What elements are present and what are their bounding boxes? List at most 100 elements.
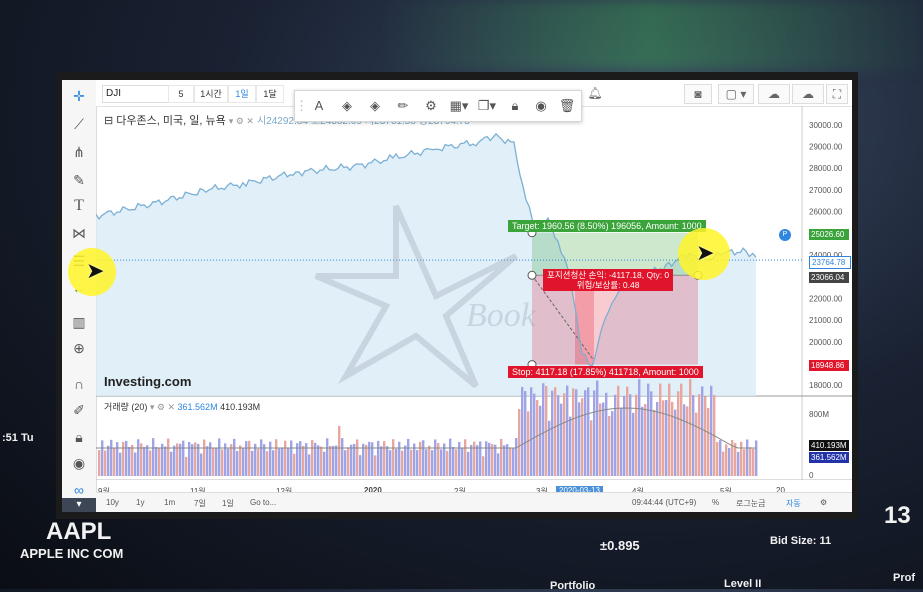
link-icon[interactable]: ∞ bbox=[69, 480, 89, 500]
visibility-eye-icon[interactable]: ◉ bbox=[531, 96, 551, 116]
lock-icon-float[interactable]: 🔒︎ bbox=[505, 96, 525, 116]
volume-bar bbox=[209, 442, 212, 476]
volume-bar bbox=[212, 448, 215, 476]
tf-5[interactable]: 5 bbox=[168, 85, 194, 103]
volume-bar bbox=[230, 444, 233, 476]
magnet-icon[interactable]: ∩ bbox=[69, 374, 89, 394]
drag-handle-icon[interactable]: ⋮ bbox=[295, 96, 308, 116]
settings-gear-icon[interactable]: ⚙ bbox=[421, 96, 441, 116]
log-toggle[interactable]: 로그눈금 bbox=[736, 498, 765, 509]
volume-bar bbox=[608, 416, 611, 476]
measure-icon[interactable]: ▥ bbox=[69, 312, 89, 332]
text-a-icon[interactable]: A bbox=[309, 96, 329, 116]
y-tick-label: 18000.00 bbox=[809, 381, 843, 390]
scale-settings-icon[interactable]: ⚙ bbox=[820, 498, 827, 507]
volume-bar bbox=[557, 395, 560, 476]
volume-bar bbox=[275, 439, 278, 476]
volume-bar bbox=[407, 438, 410, 476]
volume-bar bbox=[260, 439, 263, 476]
eye-icon[interactable]: ◉ bbox=[69, 453, 89, 473]
fork-icon[interactable]: ⋔ bbox=[69, 142, 89, 162]
volume-bar bbox=[728, 447, 731, 476]
stop-label[interactable]: Stop: 4117.18 (17.85%) 411718, Amount: 1… bbox=[508, 366, 703, 378]
volume-bar bbox=[389, 450, 392, 476]
percent-toggle[interactable]: % bbox=[712, 498, 719, 507]
volume-bar bbox=[476, 445, 479, 476]
volume-bar bbox=[320, 446, 323, 476]
volume-bar bbox=[104, 450, 107, 476]
volume-bar bbox=[425, 449, 428, 476]
volume-bar bbox=[533, 393, 536, 476]
volume-bar bbox=[119, 452, 122, 476]
trendline-icon[interactable]: ⟋ bbox=[69, 114, 89, 134]
volume-bar bbox=[449, 438, 452, 476]
volume-bar bbox=[455, 449, 458, 476]
zoom-icon[interactable]: ⊕ bbox=[69, 338, 89, 358]
goto-link[interactable]: Go to... bbox=[250, 498, 276, 507]
bg-color-icon[interactable]: ◈ bbox=[365, 96, 385, 116]
range-1d[interactable]: 1일 bbox=[222, 498, 234, 509]
volume-bar bbox=[284, 440, 287, 476]
alert-bell-icon[interactable]: 🔔︎ bbox=[582, 84, 608, 102]
brush-icon[interactable]: ✎ bbox=[69, 170, 89, 190]
lock-drawing-icon[interactable]: ✐ bbox=[69, 400, 89, 420]
volume-bar bbox=[560, 403, 563, 476]
volume-bar bbox=[371, 442, 374, 476]
volume-bar bbox=[326, 438, 329, 476]
target-label[interactable]: Target: 1960.56 (8.50%) 196056, Amount: … bbox=[508, 220, 706, 232]
pattern-icon[interactable]: ⋈ bbox=[69, 223, 89, 243]
collapse-icon[interactable]: ⊟ bbox=[104, 115, 113, 127]
volume-bar bbox=[752, 448, 755, 476]
volume-bar bbox=[383, 441, 386, 476]
volume-bar bbox=[674, 409, 677, 476]
volume-bar bbox=[182, 440, 185, 476]
crosshair-icon[interactable]: ✛ bbox=[69, 86, 89, 106]
clone-icon[interactable]: ❐▾ bbox=[475, 96, 499, 116]
chevron-down-icon[interactable]: ▾ bbox=[62, 498, 96, 512]
lock-icon[interactable]: 🔒︎ bbox=[69, 427, 89, 447]
tf-1d[interactable]: 1일 bbox=[228, 85, 256, 103]
tf-1m[interactable]: 1달 bbox=[256, 85, 284, 103]
fullscreen-icon[interactable]: ⛶ bbox=[826, 84, 848, 104]
fill-color-icon[interactable]: ◈ bbox=[337, 96, 357, 116]
legend-settings-icon[interactable]: ▾ ⚙ ✕ bbox=[229, 116, 254, 126]
volume-bar bbox=[503, 445, 506, 476]
volume-bar bbox=[506, 444, 509, 476]
position-pnl-label[interactable]: 포지션청산 손익: -4117.18, Qty: 0 위험/보상률: 0.48 bbox=[543, 269, 674, 291]
template-icon[interactable]: ▦▾ bbox=[447, 96, 471, 116]
range-7d[interactable]: 7일 bbox=[194, 498, 206, 509]
volume-bar bbox=[278, 448, 281, 476]
volume-bar bbox=[311, 440, 314, 476]
range-1m[interactable]: 1m bbox=[164, 498, 175, 507]
price-chart[interactable]: 30000.00 29000.00 28000.00 27000.00 26000.00… bbox=[96, 106, 852, 496]
volume-bar bbox=[554, 387, 557, 476]
volume-bar bbox=[659, 383, 662, 476]
auto-toggle[interactable]: 자동 bbox=[786, 498, 801, 509]
text-tool-icon[interactable]: T bbox=[69, 196, 89, 216]
p-badge[interactable]: P bbox=[779, 229, 791, 241]
volume-bar bbox=[233, 438, 236, 476]
volume-bar bbox=[341, 438, 344, 476]
line-color-icon[interactable]: ✏ bbox=[393, 96, 413, 116]
volume-bar bbox=[569, 416, 572, 476]
y-tick-label: 20000.00 bbox=[809, 338, 843, 347]
volume-bar bbox=[686, 406, 689, 476]
drawing-toolbar: ✛ ⟋ ⋔ ✎ T ⋈ ☰ ← ▥ ⊕ ∩ ✐ 🔒︎ ◉ ∞ ▾ bbox=[62, 80, 97, 512]
volume-tick-label: 0 bbox=[809, 471, 814, 480]
volume-bar bbox=[317, 445, 320, 476]
volume-settings-icon[interactable]: ▾ ⚙ ✕ bbox=[150, 402, 175, 412]
range-10y[interactable]: 10y bbox=[106, 498, 119, 507]
volume-bar bbox=[146, 445, 149, 476]
cloud-load-icon[interactable]: ☁ bbox=[758, 84, 790, 104]
drawing-float-toolbar: ⋮ A ◈ ◈ ✏ ⚙ ▦▾ ❐▾ 🔒︎ ◉ 🗑︎ bbox=[294, 90, 582, 122]
cloud-save-icon[interactable]: ☁ bbox=[792, 84, 824, 104]
tf-1h[interactable]: 1시간 bbox=[194, 85, 228, 103]
symbol-input[interactable]: DJI bbox=[102, 85, 169, 103]
volume-bar bbox=[308, 454, 311, 476]
volume-bar bbox=[113, 447, 116, 476]
camera-icon[interactable]: ◙ bbox=[684, 84, 712, 104]
layout-select[interactable]: ▢ ▾ bbox=[718, 84, 754, 104]
volume-bar bbox=[179, 443, 182, 476]
trash-icon[interactable]: 🗑︎ bbox=[557, 96, 577, 116]
range-1y[interactable]: 1y bbox=[136, 498, 144, 507]
